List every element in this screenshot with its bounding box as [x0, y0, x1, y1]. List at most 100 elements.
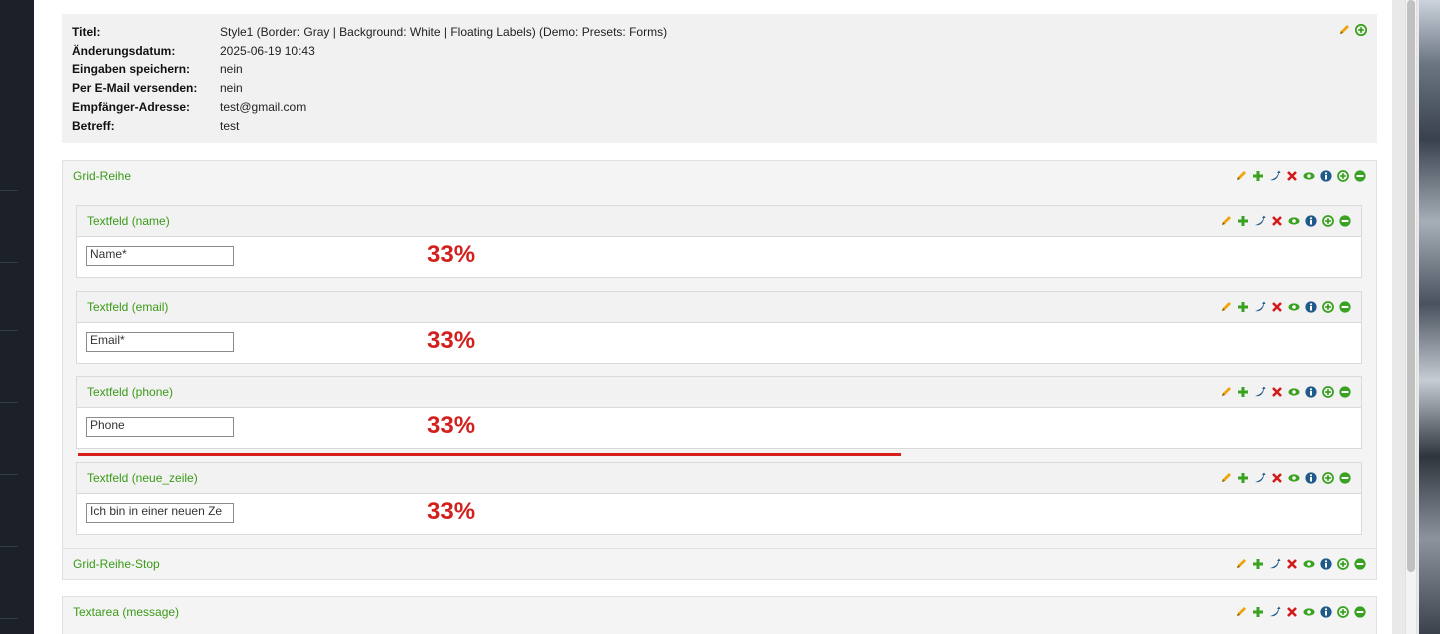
eye-icon[interactable] [1303, 558, 1315, 570]
move-icon[interactable] [1254, 301, 1266, 313]
info-icon[interactable] [1305, 472, 1317, 484]
info-key-date: Änderungsdatum: [72, 43, 176, 58]
minus-circle-icon[interactable] [1354, 558, 1366, 570]
field-title[interactable]: Textfeld (email) [87, 300, 168, 314]
plus-icon[interactable] [1237, 301, 1249, 313]
info-icon[interactable] [1320, 606, 1332, 618]
plus-icon[interactable] [1237, 386, 1249, 398]
sidebar-divider [0, 474, 18, 475]
field-block-new-line: Textfeld (neue_zeile) Ich bin in einer n… [76, 462, 1362, 535]
move-icon[interactable] [1269, 558, 1281, 570]
delete-icon[interactable] [1271, 301, 1283, 313]
minus-circle-icon[interactable] [1339, 386, 1351, 398]
eye-icon[interactable] [1303, 170, 1315, 182]
pencil-icon[interactable] [1235, 170, 1247, 182]
delete-icon[interactable] [1286, 606, 1298, 618]
eye-icon[interactable] [1288, 301, 1300, 313]
move-icon[interactable] [1254, 472, 1266, 484]
pencil-icon[interactable] [1220, 215, 1232, 227]
info-icon[interactable] [1320, 558, 1332, 570]
sidebar-divider [0, 546, 18, 547]
sidebar-divider [0, 262, 18, 263]
info-icon[interactable] [1305, 301, 1317, 313]
eye-icon[interactable] [1288, 386, 1300, 398]
plus-circle-icon[interactable] [1337, 606, 1349, 618]
grid-row-toolbar [1235, 170, 1366, 182]
plus-icon[interactable] [1252, 170, 1264, 182]
field-body: Email* 33% [77, 323, 1361, 363]
eye-icon[interactable] [1303, 606, 1315, 618]
plus-circle-icon[interactable] [1337, 170, 1349, 182]
field-body: Ich bin in einer neuen Ze 33% [77, 494, 1361, 534]
delete-icon[interactable] [1286, 170, 1298, 182]
field-toolbar [1220, 215, 1351, 227]
minus-circle-icon[interactable] [1354, 170, 1366, 182]
textarea-message-title[interactable]: Textarea (message) [73, 605, 179, 619]
delete-icon[interactable] [1286, 558, 1298, 570]
plus-circle-icon[interactable] [1355, 24, 1367, 36]
field-toolbar [1220, 472, 1351, 484]
textarea-message-toolbar [1235, 606, 1366, 618]
minus-circle-icon[interactable] [1339, 215, 1351, 227]
move-icon[interactable] [1254, 386, 1266, 398]
minus-circle-icon[interactable] [1354, 606, 1366, 618]
textarea-message-block: Textarea (message) [62, 596, 1377, 634]
plus-circle-icon[interactable] [1322, 386, 1334, 398]
field-title[interactable]: Textfeld (name) [87, 214, 170, 228]
pencil-icon[interactable] [1235, 606, 1247, 618]
minus-circle-icon[interactable] [1339, 301, 1351, 313]
field-toolbar [1220, 386, 1351, 398]
delete-icon[interactable] [1271, 386, 1283, 398]
pencil-icon[interactable] [1235, 558, 1247, 570]
eye-icon[interactable] [1288, 215, 1300, 227]
scrollbar-thumb[interactable] [1407, 0, 1415, 572]
plus-circle-icon[interactable] [1322, 215, 1334, 227]
phone-input[interactable]: Phone [86, 417, 234, 437]
background-photo [1419, 0, 1440, 634]
move-icon[interactable] [1269, 606, 1281, 618]
field-block-phone: Textfeld (phone) Phone 33% [76, 376, 1362, 449]
plus-icon[interactable] [1252, 558, 1264, 570]
plus-icon[interactable] [1237, 472, 1249, 484]
pencil-icon[interactable] [1220, 301, 1232, 313]
new-line-input[interactable]: Ich bin in einer neuen Ze [86, 503, 234, 523]
pencil-icon[interactable] [1338, 24, 1350, 36]
info-value-email: nein [220, 81, 243, 96]
email-input[interactable]: Email* [86, 332, 234, 352]
info-key-save: Eingaben speichern: [72, 62, 191, 77]
delete-icon[interactable] [1271, 472, 1283, 484]
info-icon[interactable] [1320, 170, 1332, 182]
move-icon[interactable] [1254, 215, 1266, 227]
field-title[interactable]: Textfeld (phone) [87, 385, 173, 399]
sidebar-divider [0, 402, 18, 403]
plus-circle-icon[interactable] [1322, 472, 1334, 484]
pencil-icon[interactable] [1220, 472, 1232, 484]
delete-icon[interactable] [1271, 215, 1283, 227]
plus-icon[interactable] [1252, 606, 1264, 618]
move-icon[interactable] [1269, 170, 1281, 182]
info-value-date: 2025-06-19 10:43 [220, 43, 315, 58]
field-toolbar [1220, 301, 1351, 313]
width-percent-label: 33% [427, 241, 476, 268]
textarea-message-header: Textarea (message) [63, 597, 1376, 627]
grid-row-header: Grid-Reihe [63, 161, 1376, 191]
width-percent-label: 33% [427, 327, 476, 354]
eye-icon[interactable] [1288, 472, 1300, 484]
pencil-icon[interactable] [1220, 386, 1232, 398]
grid-row-title[interactable]: Grid-Reihe [73, 169, 131, 183]
grid-row-stop-title[interactable]: Grid-Reihe-Stop [73, 557, 160, 571]
minus-circle-icon[interactable] [1339, 472, 1351, 484]
info-key-email: Per E-Mail versenden: [72, 81, 198, 96]
plus-icon[interactable] [1237, 215, 1249, 227]
name-input[interactable]: Name* [86, 246, 234, 266]
field-title[interactable]: Textfeld (neue_zeile) [87, 471, 198, 485]
info-icon[interactable] [1305, 215, 1317, 227]
field-body: Phone 33% [77, 408, 1361, 448]
field-header: Textfeld (name) [77, 206, 1361, 237]
field-block-name: Textfeld (name) Name* 33% [76, 205, 1362, 278]
info-value-subject: test [220, 118, 240, 133]
plus-circle-icon[interactable] [1322, 301, 1334, 313]
plus-circle-icon[interactable] [1337, 558, 1349, 570]
info-icon[interactable] [1305, 386, 1317, 398]
info-key-recipient: Empfänger-Adresse: [72, 99, 191, 114]
